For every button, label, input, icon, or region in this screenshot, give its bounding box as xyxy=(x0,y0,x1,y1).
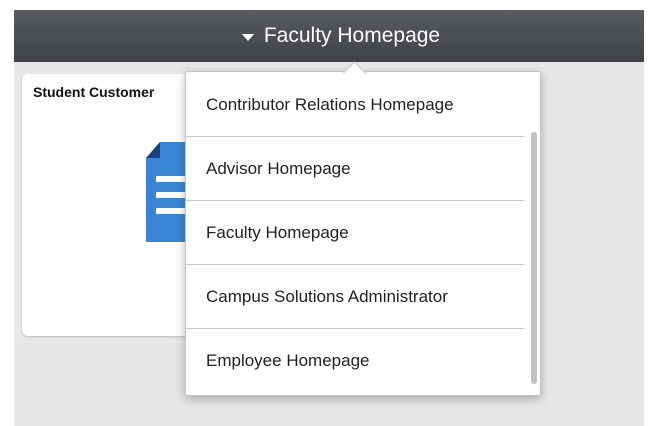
app-frame: Faculty Homepage Student Customer Contri… xyxy=(14,10,644,426)
menu-item-campus-solutions-admin[interactable]: Campus Solutions Administrator xyxy=(186,265,524,328)
homepage-selector[interactable]: Faculty Homepage xyxy=(14,10,644,62)
tile-title: Student Customer xyxy=(33,84,155,100)
menu-item-employee[interactable]: Employee Homepage xyxy=(186,329,524,392)
menu-item-faculty[interactable]: Faculty Homepage xyxy=(186,201,524,264)
homepage-dropdown-menu: Contributor Relations Homepage Advisor H… xyxy=(185,71,541,396)
banner-header: Faculty Homepage xyxy=(14,10,644,62)
menu-item-advisor[interactable]: Advisor Homepage xyxy=(186,137,524,200)
menu-scrollbar[interactable] xyxy=(531,132,537,384)
page-title: Faculty Homepage xyxy=(263,24,441,47)
caret-down-icon xyxy=(241,33,254,41)
